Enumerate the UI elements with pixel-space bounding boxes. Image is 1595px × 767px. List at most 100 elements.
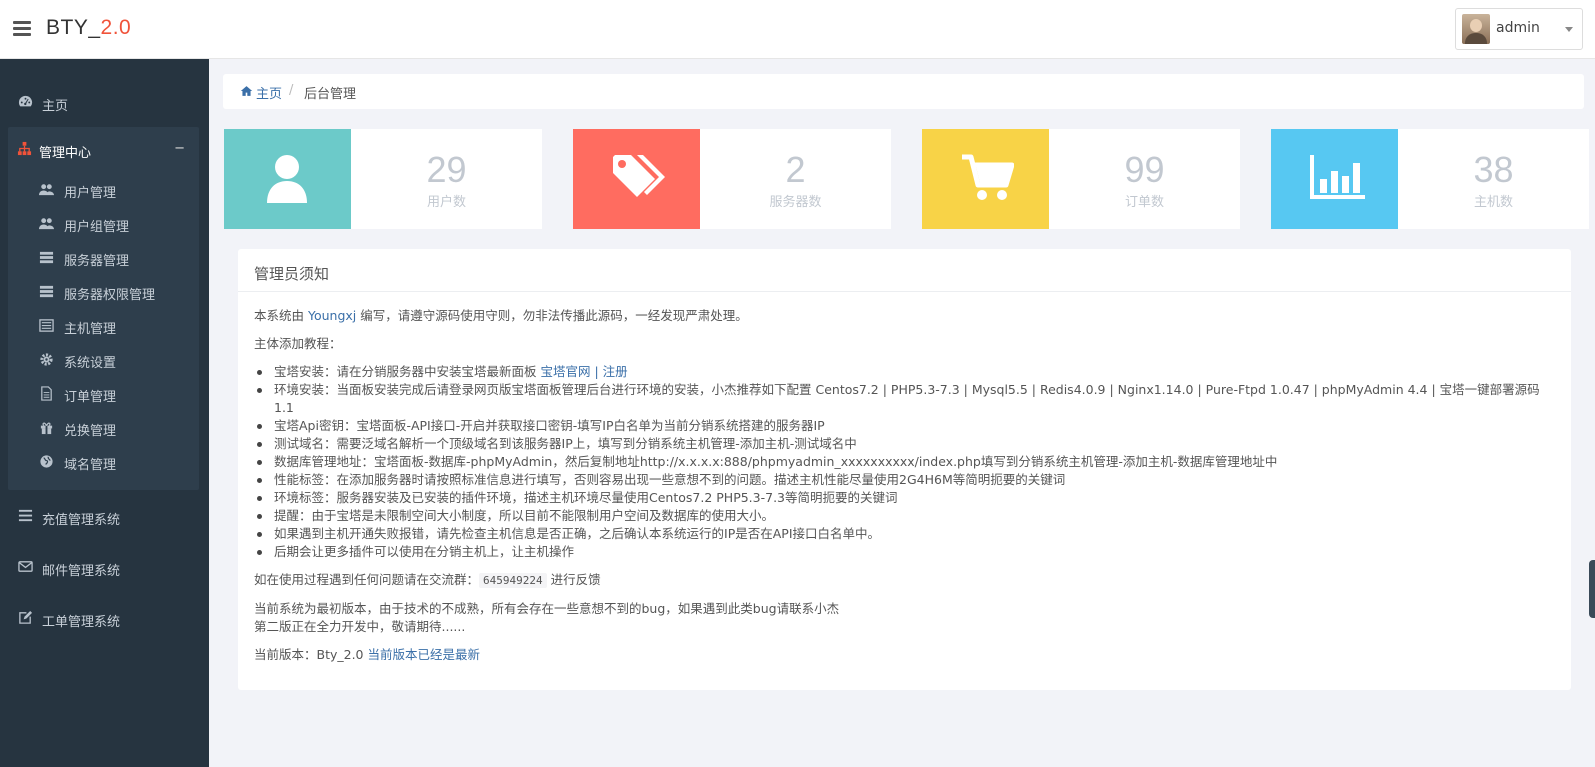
gear-icon — [40, 353, 53, 366]
intro-pre: 本系统由 — [254, 308, 308, 323]
panel-title: 管理员须知 — [254, 265, 330, 283]
list-item: 环境安装：当面板安装完成后请登录网页版宝塔面板管理后台进行环境的安装，小杰推荐如… — [254, 381, 1558, 417]
stat-tile — [224, 129, 351, 229]
tips-list: 宝塔安装：请在分销服务器中安装宝塔最新面板 宝塔官网 | 注册 环境安装：当面板… — [254, 363, 1558, 561]
list-item: 环境标签：服务器安装及已安装的插件环境，描述主机环境尽量使用Centos7.2 … — [254, 489, 1558, 507]
breadcrumb-home[interactable]: 主页 — [256, 83, 282, 102]
sidebar-item-label: 订单管理 — [64, 390, 117, 405]
breadcrumb-current: 后台管理 — [304, 87, 357, 102]
users-icon — [39, 218, 54, 230]
menu-toggle-icon[interactable] — [13, 21, 31, 37]
stat-label: 主机数 — [1473, 195, 1513, 210]
mail-icon — [18, 561, 33, 572]
stat-card-users[interactable]: 29 用户数 — [224, 129, 542, 229]
stat-card-servers[interactable]: 2 服务器数 — [573, 129, 891, 229]
stat-tile — [573, 129, 700, 229]
sidebar-item-mail[interactable]: 邮件管理系统 — [0, 549, 209, 585]
sidebar-item-label: 主机管理 — [64, 322, 117, 337]
bt-official-link[interactable]: 宝塔官网 — [540, 364, 590, 379]
list-item: 如果遇到主机开通失败报错，请先检查主机信息是否正确，之后确认本系统运行的IP是否… — [254, 525, 1558, 543]
stat-value: 2 — [785, 149, 806, 190]
sidebar-item-label: 域名管理 — [64, 458, 117, 473]
list-item: 后期会让更多插件可以使用在分销主机上，让主机操作 — [254, 543, 1558, 561]
sidebar-item-user-groups[interactable]: 用户组管理 — [8, 206, 199, 240]
list-icon — [39, 319, 54, 332]
feedback-text: 如在使用过程遇到任何问题请在交流群： 645949224 进行反馈 — [254, 571, 1558, 590]
breadcrumb-separator: / — [289, 83, 294, 98]
user-icon — [267, 155, 307, 203]
panel-body: 本系统由 Youngxj 编写，请遵守源码使用守则，勿非法传播此源码，一经发现严… — [254, 307, 1558, 674]
cart-icon — [962, 154, 1014, 200]
sidebar-item-label: 充值管理系统 — [42, 513, 121, 528]
sidebar-item-label: 服务器权限管理 — [64, 288, 156, 303]
intro-text: 本系统由 Youngxj 编写，请遵守源码使用守则，勿非法传播此源码，一经发现严… — [254, 307, 1558, 325]
admin-notice-panel: 管理员须知 本系统由 Youngxj 编写，请遵守源码使用守则，勿非法传播此源码… — [238, 249, 1571, 690]
bars-icon — [18, 509, 33, 522]
sidebar-item-label: 邮件管理系统 — [42, 564, 121, 579]
feedback-post: 进行反馈 — [546, 572, 601, 587]
feedback-pre: 如在使用过程遇到任何问题请在交流群： — [254, 572, 480, 587]
stat-tile — [1271, 129, 1398, 229]
file-icon — [41, 386, 52, 401]
stat-label: 订单数 — [1124, 195, 1164, 210]
avatar — [1462, 14, 1490, 44]
sidebar-item-servers[interactable]: 服务器管理 — [8, 240, 199, 274]
server-icon — [39, 251, 54, 264]
server-icon — [39, 285, 54, 298]
author-link[interactable]: Youngxj — [308, 308, 356, 323]
tutorial-heading: 主体添加教程： — [254, 336, 342, 351]
list-item: 测试域名：需要泛域名解析一个顶级域名到该服务器IP上，填写到分销系统主机管理-添… — [254, 435, 1558, 453]
sidebar-item-users[interactable]: 用户管理 — [8, 172, 199, 206]
stat-card-hosts[interactable]: 38 主机数 — [1271, 129, 1589, 229]
list-item: 性能标签：在添加服务器时请按照标准信息进行填写，否则容易出现一些意想不到的问题。… — [254, 471, 1558, 489]
tip-text: 宝塔安装：请在分销服务器中安装宝塔最新面板 — [274, 364, 541, 379]
tags-icon — [613, 155, 665, 197]
collapse-icon: − — [174, 141, 185, 156]
users-icon — [39, 184, 54, 196]
sidebar-item-domains[interactable]: 域名管理 — [8, 444, 199, 478]
list-item: 宝塔Api密钥：宝塔面板-API接口-开启并获取接口密钥-填写IP白名单为当前分… — [254, 417, 1558, 435]
sidebar-group-admin: 管理中心 − 用户管理 用户组管理 服务器管理 服务器权限管理 主机管理 系统设… — [8, 127, 199, 490]
breadcrumb: 主页 / 后台管理 — [223, 74, 1584, 109]
sidebar-item-orders[interactable]: 订单管理 — [8, 376, 199, 410]
stat-value: 99 — [1124, 149, 1165, 190]
list-item: 数据库管理地址：宝塔面板-数据库-phpMyAdmin，然后复制地址http:/… — [254, 453, 1558, 471]
stat-tile — [922, 129, 1049, 229]
list-item: 宝塔安装：请在分销服务器中安装宝塔最新面板 宝塔官网 | 注册 — [254, 363, 1558, 381]
edit-icon — [19, 610, 33, 624]
version-note-2: 第二版正在全力开发中，敬请期待...... — [254, 619, 466, 634]
top-header: BTY_2.0 admin — [0, 0, 1595, 59]
sitemap-icon — [17, 141, 32, 156]
side-drawer-handle[interactable] — [1589, 560, 1595, 618]
sidebar: 主页 管理中心 − 用户管理 用户组管理 服务器管理 服务器权限管理 主机管理 — [0, 59, 209, 767]
sidebar-item-server-permissions[interactable]: 服务器权限管理 — [8, 274, 199, 308]
sidebar-item-redeem[interactable]: 兑换管理 — [8, 410, 199, 444]
chevron-down-icon — [1565, 27, 1573, 32]
sidebar-group-toggle[interactable]: 管理中心 − — [8, 127, 199, 170]
version-status-link[interactable]: 当前版本已经是最新 — [367, 647, 480, 662]
sidebar-item-label: 主页 — [42, 99, 69, 114]
sidebar-item-tickets[interactable]: 工单管理系统 — [0, 600, 209, 636]
sidebar-item-settings[interactable]: 系统设置 — [8, 342, 199, 376]
user-menu[interactable]: admin — [1455, 8, 1583, 50]
version-note: 当前系统为最初版本，由于技术的不成熟，所有会存在一些意想不到的bug，如果遇到此… — [254, 601, 840, 616]
home-icon — [240, 86, 253, 96]
brand-version: 2.0 — [100, 16, 132, 39]
sidebar-item-hosts[interactable]: 主机管理 — [8, 308, 199, 342]
brand-logo[interactable]: BTY_2.0 — [46, 16, 131, 40]
register-link[interactable]: 注册 — [603, 364, 628, 379]
sidebar-item-label: 系统设置 — [64, 356, 117, 371]
sidebar-item-recharge[interactable]: 充值管理系统 — [0, 498, 209, 534]
sidebar-item-label: 兑换管理 — [64, 424, 117, 439]
sidebar-group-label: 管理中心 — [39, 146, 92, 161]
sidebar-item-home[interactable]: 主页 — [0, 84, 209, 120]
sidebar-item-label: 服务器管理 — [64, 254, 130, 269]
stat-card-orders[interactable]: 99 订单数 — [922, 129, 1240, 229]
stat-label: 用户数 — [426, 195, 466, 210]
gift-icon — [40, 422, 53, 435]
sidebar-item-label: 工单管理系统 — [42, 615, 121, 630]
divider — [238, 291, 1571, 292]
current-version: 当前版本：Bty_2.0 当前版本已经是最新 — [254, 646, 1558, 664]
brand-name: BTY_ — [46, 16, 101, 39]
group-number: 645949224 — [479, 573, 547, 588]
